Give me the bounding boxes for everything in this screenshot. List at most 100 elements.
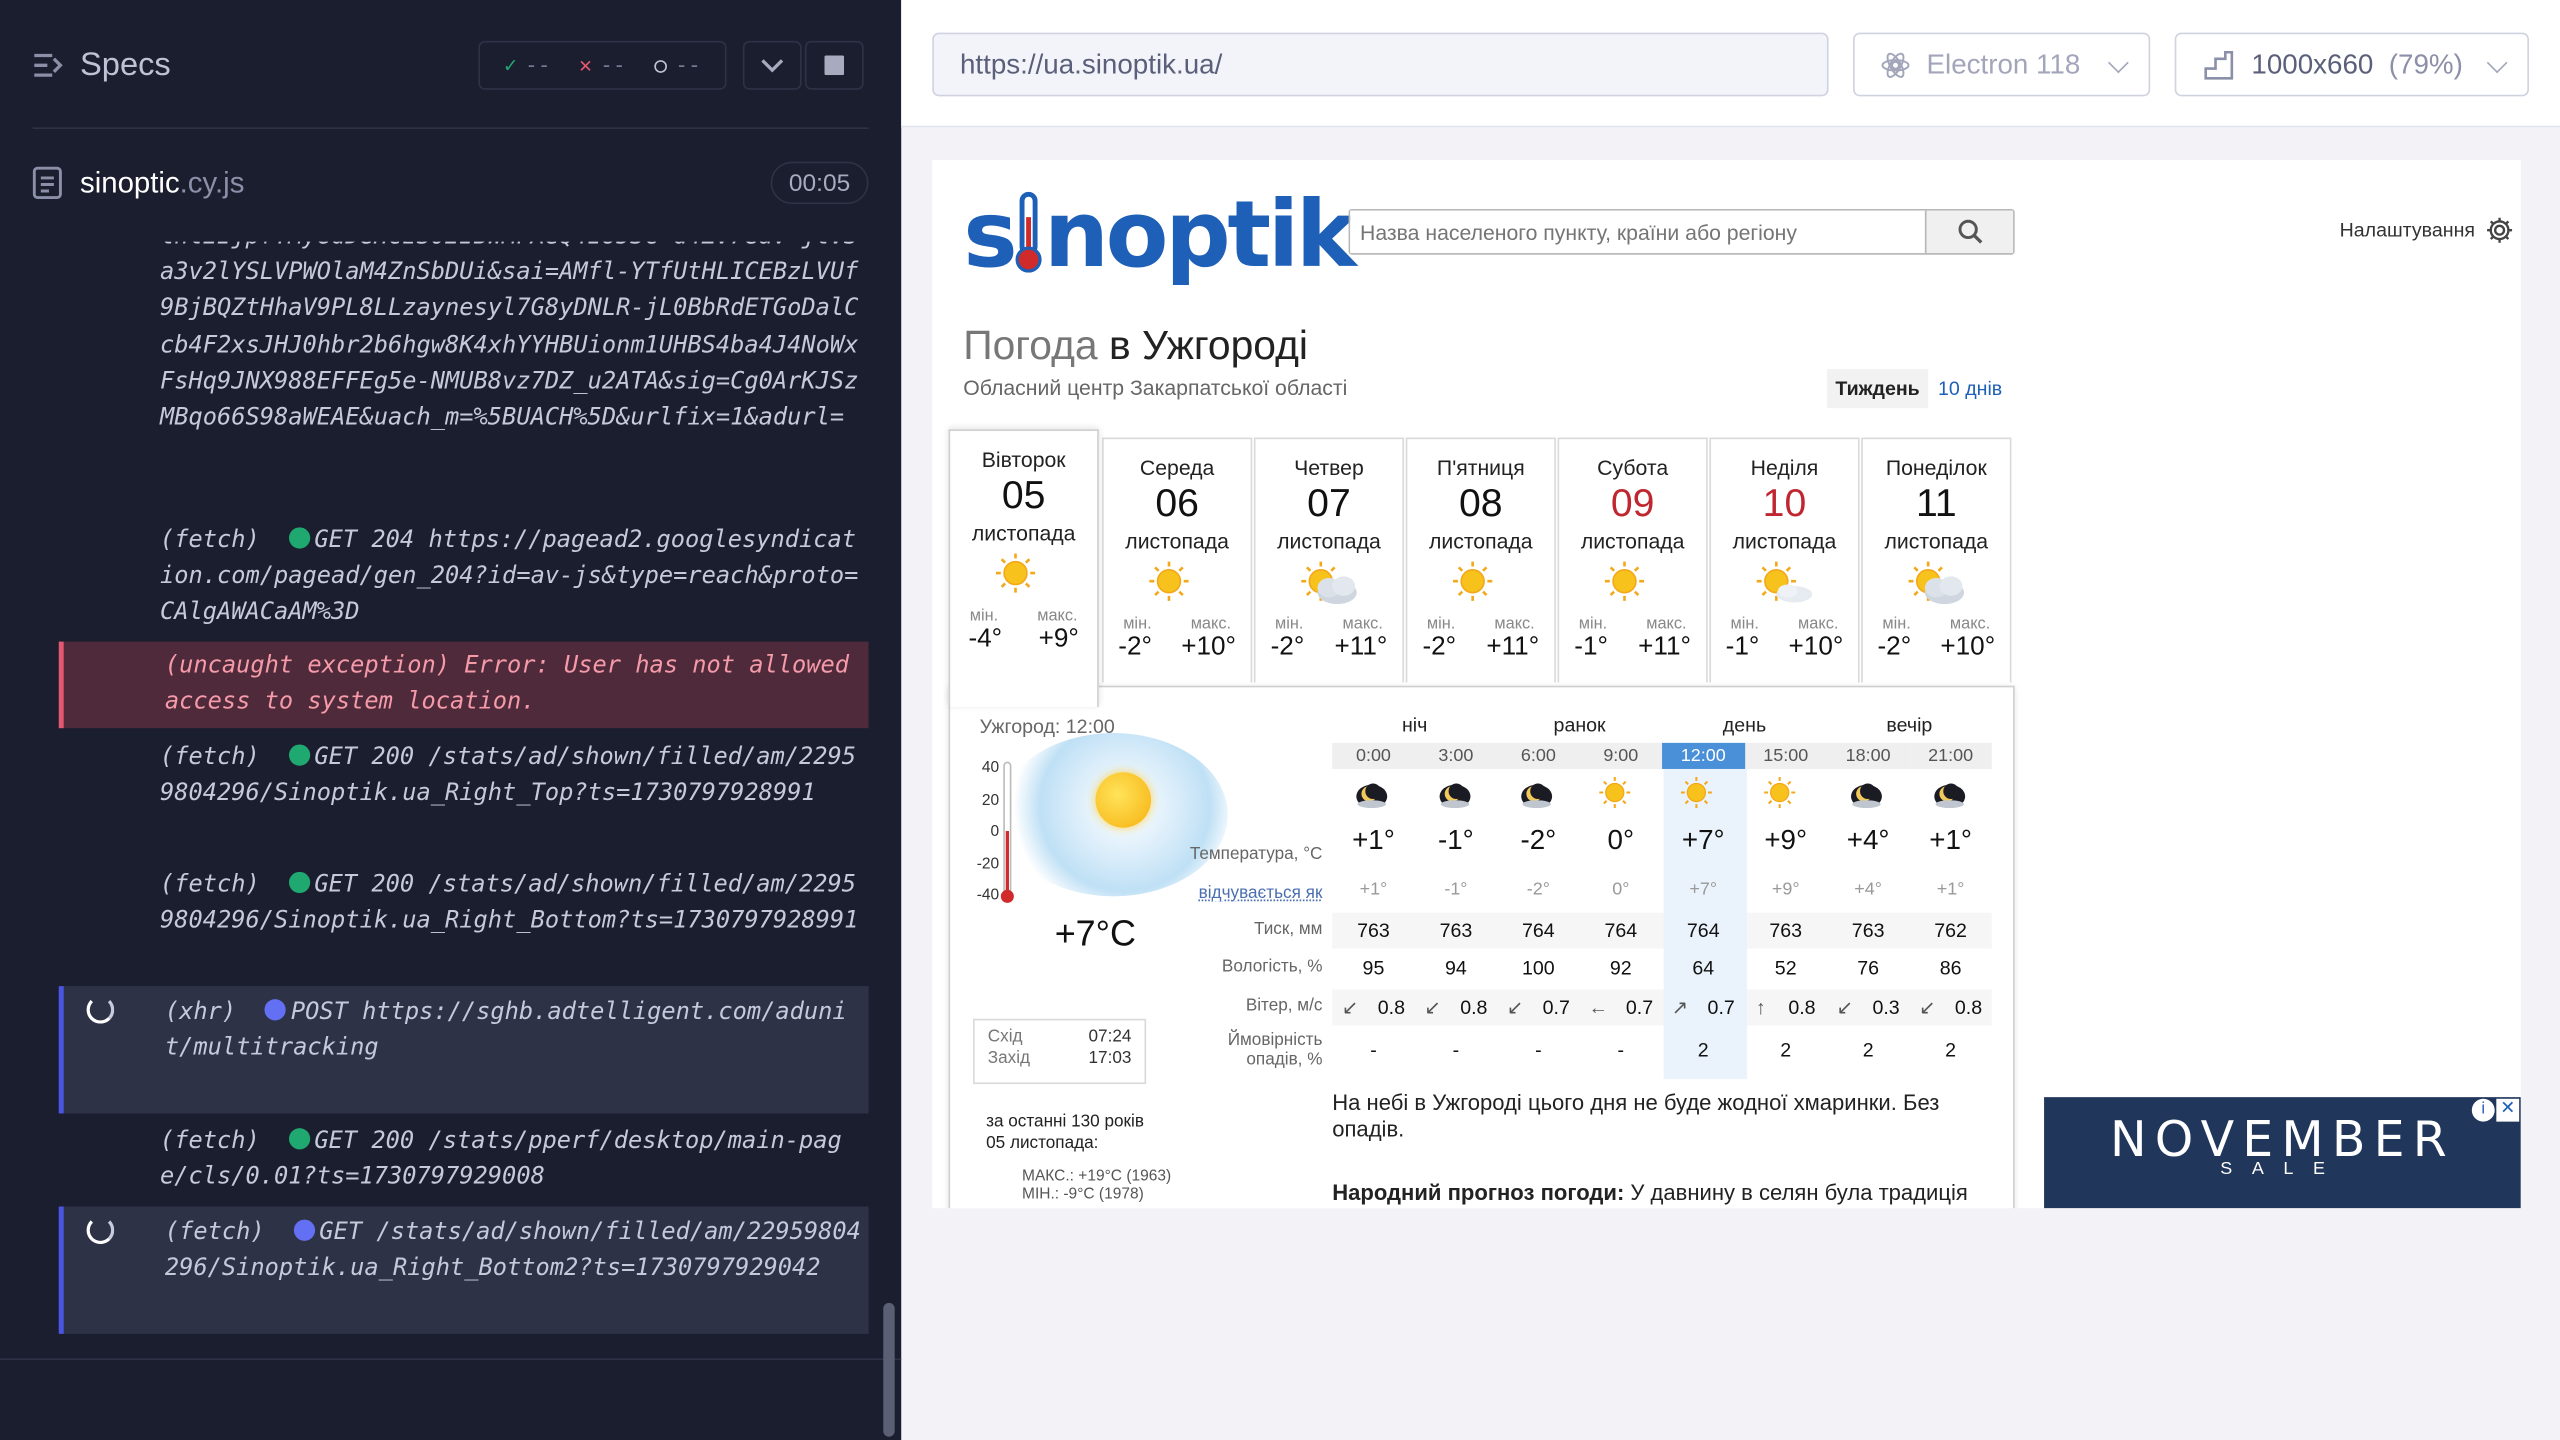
- hours-row: 0:00 3:00 6:00 9:00 12:00 15:00 18:00 21:00: [1332, 742, 1992, 769]
- moon-cloud-icon: [1909, 776, 1991, 823]
- command-log-entry[interactable]: lnlEIjpfYMyGdDeHczS02IBWMFAeQ4IU53c-d4ZV…: [59, 242, 869, 437]
- max-label: макс.: [1949, 615, 1991, 634]
- temp-cell: +1°: [1352, 824, 1395, 856]
- time-group: день: [1722, 713, 1767, 737]
- pending-entry[interactable]: (xhr) POST https://sghb.adtelligent.com/…: [58, 986, 869, 1114]
- pressure-cell: 763: [1357, 919, 1390, 943]
- max-temp: +10°: [1788, 633, 1844, 662]
- stop-button[interactable]: [804, 40, 864, 90]
- browser-select[interactable]: Electron 118: [1853, 32, 2151, 97]
- sun-icon: [1662, 776, 1744, 823]
- row-precip: - - - - 2 2 2 2: [1332, 1038, 1992, 1061]
- day-tab[interactable]: П'ятниця 08 листопада мін. макс. -2° +11°: [1405, 437, 1556, 683]
- day-name: Вівторок: [981, 447, 1066, 472]
- precip-cell: -: [1535, 1038, 1542, 1062]
- humidity-cell: 92: [1609, 956, 1632, 980]
- error-entry[interactable]: (uncaught exception) Error: User has not…: [58, 641, 869, 729]
- precip-cell: -: [1370, 1038, 1377, 1062]
- info-icon[interactable]: i: [2471, 1098, 2495, 1122]
- spec-file-name: sinoptic.cy.js: [79, 166, 245, 200]
- day-name: Четвер: [1294, 455, 1364, 480]
- temp-cell: +9°: [1764, 824, 1808, 856]
- pending-entry[interactable]: (fetch) GET /stats/ad/shown/filled/am/22…: [58, 1206, 869, 1334]
- file-icon: [32, 166, 62, 200]
- humidity-cell: 94: [1444, 956, 1467, 980]
- day-tab[interactable]: Четвер 07 листопада мін. макс. -2° +11°: [1253, 437, 1405, 683]
- day-number: 10: [1762, 481, 1807, 526]
- pressure-cell: 764: [1604, 919, 1638, 943]
- toggle-auto-scroll-button[interactable]: [742, 40, 802, 90]
- settings-link[interactable]: Налаштування: [2340, 219, 2475, 242]
- command-log-entry[interactable]: (fetch) GET 200 /stats/ad/shown/filled/a…: [59, 740, 869, 812]
- log-scrollbar[interactable]: [883, 1302, 895, 1437]
- command-log-entry[interactable]: (fetch) GET 200 /stats/pperf/desktop/mai…: [59, 1123, 869, 1195]
- max-label: макс.: [1190, 615, 1232, 634]
- sun-icon: [1580, 776, 1662, 823]
- status-dot: [264, 999, 286, 1021]
- pressure-cell: 763: [1439, 919, 1473, 943]
- status-dot: [288, 871, 310, 894]
- url-bar[interactable]: https://ua.sinoptik.ua/: [932, 32, 1829, 97]
- row-wind: ↙ 0.8 ↙ 0.8 ↙ 0.7 ← 0.7 ↗ 0.7 ↑ 0.8 ↙ 0.3 ↙ 0.8: [1332, 996, 1992, 1019]
- sun-icon: [1744, 776, 1826, 823]
- sinoptik-logo[interactable]: s sinoptiknoptik: [963, 183, 1356, 289]
- max-label: макс.: [1342, 615, 1383, 634]
- folk-forecast: Народний прогноз погоди: У давнину в сел…: [1332, 1180, 1968, 1205]
- min-label: мін.: [1123, 615, 1152, 634]
- wind-arrow-icon: ↙: [1506, 995, 1524, 1019]
- weather-description: На небі в Ужгороді цього дня не буде жод…: [1332, 1090, 1940, 1142]
- reporter-header: Specs ✓ -- ✕ -- ○ --: [0, 0, 901, 131]
- x-icon: ✕: [579, 53, 592, 78]
- temp-cell: +7°: [1681, 824, 1725, 856]
- wind-cell: ← 0.7: [1588, 995, 1654, 1019]
- temp-cell: -1°: [1438, 824, 1474, 856]
- humidity-cell: 76: [1857, 956, 1880, 980]
- wind-cell: ↙ 0.8: [1424, 995, 1488, 1019]
- day-tab[interactable]: Вівторок 05 листопада мін. макс. -4° +9°: [948, 429, 1099, 707]
- command-log-entry[interactable]: (fetch) GET 204 https://pagead2.googlesy…: [59, 522, 869, 631]
- day-number: 05: [1001, 473, 1046, 518]
- max-temp: +11°: [1486, 633, 1540, 662]
- reporter-panel: Specs ✓ -- ✕ -- ○ -- sinoptic.cy.js 00:05: [0, 0, 902, 1440]
- spec-row[interactable]: sinoptic.cy.js 00:05: [0, 147, 901, 222]
- day-tab[interactable]: Субота 09 листопада мін. макс. -1° +11°: [1557, 437, 1708, 683]
- humidity-cell: 64: [1692, 956, 1715, 980]
- tab-week[interactable]: Тиждень: [1826, 368, 1929, 409]
- viewport-select[interactable]: 1000x660 (79%): [2174, 32, 2529, 97]
- sunrise-sunset: Схід 07:24 Захід 17:03: [973, 1018, 1147, 1085]
- ad-banner[interactable]: NOVEMBER SALE i ✕: [2044, 1097, 2521, 1209]
- wind-arrow-icon: ↗: [1671, 995, 1689, 1019]
- search-input[interactable]: [1350, 210, 1925, 254]
- specs-label[interactable]: Specs: [80, 47, 171, 85]
- day-month: листопада: [971, 520, 1076, 546]
- close-icon[interactable]: ✕: [2496, 1098, 2520, 1122]
- day-tab[interactable]: Неділя 10 листопада мін. макс. -1° +10°: [1709, 437, 1860, 683]
- feels-cell: -1°: [1444, 879, 1468, 900]
- min-temp: -2°: [1270, 633, 1305, 662]
- moon-cloud-icon: [1332, 776, 1414, 823]
- spinner-icon: [86, 995, 115, 1024]
- sun-icon: [993, 552, 1055, 601]
- sun-icon: [1602, 560, 1664, 609]
- specs-list-icon[interactable]: [33, 52, 66, 78]
- temp-cell: +4°: [1846, 824, 1890, 856]
- humidity-cell: 95: [1362, 956, 1385, 980]
- command-log-entry[interactable]: (fetch) GET 200 /stats/ad/shown/filled/a…: [59, 867, 869, 939]
- min-temp: -2°: [1118, 633, 1152, 662]
- day-tab[interactable]: Середа 06 листопада мін. макс. -2° +10°: [1102, 437, 1253, 683]
- gear-icon[interactable]: [2485, 216, 2514, 245]
- feels-cell: +1°: [1359, 879, 1388, 900]
- row-temp: +1° -1° -2° 0° +7° +9° +4° +1°: [1332, 824, 1992, 857]
- day-number: 07: [1307, 481, 1351, 526]
- tab-10-days[interactable]: 10 днів: [1938, 377, 2002, 400]
- page-title: Погода в Ужгороді: [963, 323, 1308, 369]
- day-tab[interactable]: Понеділок 11 листопада мін. макс. -2° +10°: [1861, 437, 2012, 683]
- sun-cloud-icon: [1298, 560, 1360, 609]
- humidity-cell: 86: [1939, 956, 1962, 980]
- humidity-cell: 52: [1774, 956, 1797, 980]
- failed-count: ✕ --: [579, 53, 626, 78]
- hour-cell: 21:00: [1909, 742, 1992, 769]
- sun-cloud-icon: [1905, 560, 1967, 609]
- search-button[interactable]: [1924, 210, 2014, 254]
- min-label: мін.: [1275, 615, 1304, 634]
